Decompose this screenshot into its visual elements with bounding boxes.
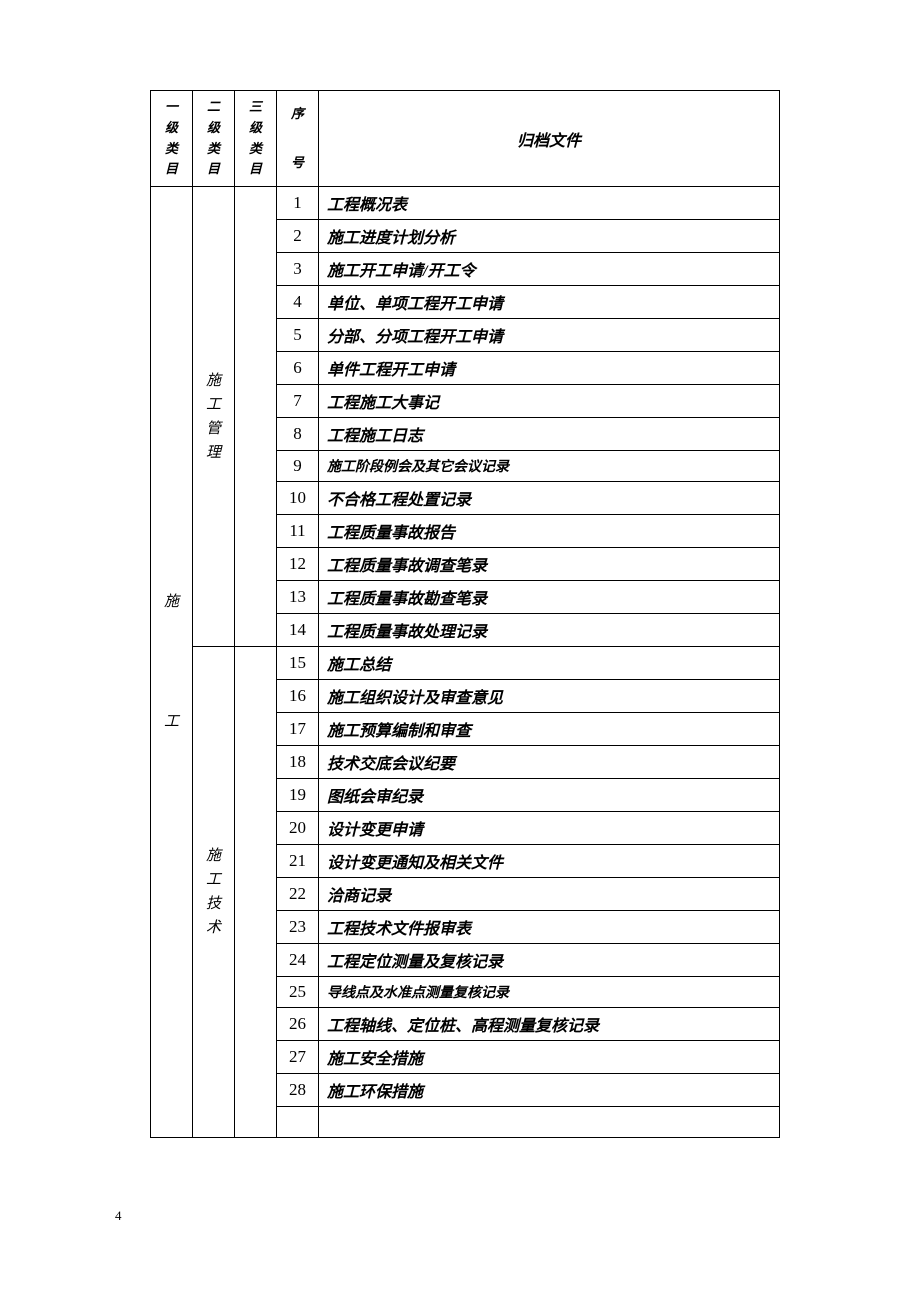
file-cell: 工程质量事故处理记录 <box>319 614 780 647</box>
header-l2: 二级类目 <box>193 91 235 187</box>
level1-category: 施工 <box>151 187 193 1138</box>
header-seq-top: 序 <box>279 104 316 125</box>
seq-cell: 23 <box>277 911 319 944</box>
header-l1: 一级类目 <box>151 91 193 187</box>
seq-cell: 10 <box>277 482 319 515</box>
seq-cell: 14 <box>277 614 319 647</box>
file-cell: 工程施工大事记 <box>319 385 780 418</box>
seq-cell: 25 <box>277 977 319 1008</box>
header-seq: 序 号 <box>277 91 319 187</box>
page-number: 4 <box>115 1208 122 1224</box>
seq-cell: 11 <box>277 515 319 548</box>
seq-cell: 17 <box>277 713 319 746</box>
seq-cell: 5 <box>277 319 319 352</box>
file-cell: 设计变更通知及相关文件 <box>319 845 780 878</box>
seq-cell: 8 <box>277 418 319 451</box>
seq-cell: 27 <box>277 1041 319 1074</box>
table-row: 施工技术15施工总结 <box>151 647 780 680</box>
file-cell: 单位、单项工程开工申请 <box>319 286 780 319</box>
header-row: 一级类目 二级类目 三级类目 序 号 归档文件 <box>151 91 780 187</box>
file-cell: 不合格工程处置记录 <box>319 482 780 515</box>
table-row: 施工施工管理1工程概况表 <box>151 187 780 220</box>
seq-cell: 9 <box>277 451 319 482</box>
file-cell: 洽商记录 <box>319 878 780 911</box>
seq-cell: 4 <box>277 286 319 319</box>
seq-cell: 2 <box>277 220 319 253</box>
level2-category: 施工技术 <box>193 647 235 1138</box>
seq-cell <box>277 1107 319 1138</box>
seq-cell: 12 <box>277 548 319 581</box>
file-cell: 施工总结 <box>319 647 780 680</box>
file-cell: 施工组织设计及审查意见 <box>319 680 780 713</box>
file-cell: 工程概况表 <box>319 187 780 220</box>
seq-cell: 18 <box>277 746 319 779</box>
file-cell: 施工预算编制和审查 <box>319 713 780 746</box>
file-cell: 导线点及水准点测量复核记录 <box>319 977 780 1008</box>
file-cell: 施工开工申请/开工令 <box>319 253 780 286</box>
file-cell: 工程施工日志 <box>319 418 780 451</box>
file-cell: 分部、分项工程开工申请 <box>319 319 780 352</box>
seq-cell: 21 <box>277 845 319 878</box>
file-cell: 工程定位测量及复核记录 <box>319 944 780 977</box>
file-cell: 设计变更申请 <box>319 812 780 845</box>
seq-cell: 15 <box>277 647 319 680</box>
file-cell: 施工安全措施 <box>319 1041 780 1074</box>
seq-cell: 3 <box>277 253 319 286</box>
file-cell: 施工进度计划分析 <box>319 220 780 253</box>
seq-cell: 19 <box>277 779 319 812</box>
file-cell: 工程轴线、定位桩、高程测量复核记录 <box>319 1008 780 1041</box>
header-seq-bottom: 号 <box>279 153 316 174</box>
level3-category <box>235 187 277 647</box>
file-cell: 图纸会审纪录 <box>319 779 780 812</box>
file-cell: 工程质量事故勘查笔录 <box>319 581 780 614</box>
header-l3: 三级类目 <box>235 91 277 187</box>
seq-cell: 6 <box>277 352 319 385</box>
file-cell: 技术交底会议纪要 <box>319 746 780 779</box>
file-cell: 工程质量事故调查笔录 <box>319 548 780 581</box>
seq-cell: 22 <box>277 878 319 911</box>
seq-cell: 26 <box>277 1008 319 1041</box>
file-cell: 单件工程开工申请 <box>319 352 780 385</box>
seq-cell: 7 <box>277 385 319 418</box>
file-cell: 工程技术文件报审表 <box>319 911 780 944</box>
seq-cell: 24 <box>277 944 319 977</box>
file-cell <box>319 1107 780 1138</box>
seq-cell: 20 <box>277 812 319 845</box>
file-cell: 工程质量事故报告 <box>319 515 780 548</box>
level2-category: 施工管理 <box>193 187 235 647</box>
level3-category <box>235 647 277 1138</box>
file-cell: 施工环保措施 <box>319 1074 780 1107</box>
file-cell: 施工阶段例会及其它会议记录 <box>319 451 780 482</box>
seq-cell: 13 <box>277 581 319 614</box>
seq-cell: 16 <box>277 680 319 713</box>
seq-cell: 28 <box>277 1074 319 1107</box>
header-file: 归档文件 <box>319 91 780 187</box>
seq-cell: 1 <box>277 187 319 220</box>
archive-table: 一级类目 二级类目 三级类目 序 号 归档文件 施工施工管理1工程概况表2施工进… <box>150 90 780 1138</box>
